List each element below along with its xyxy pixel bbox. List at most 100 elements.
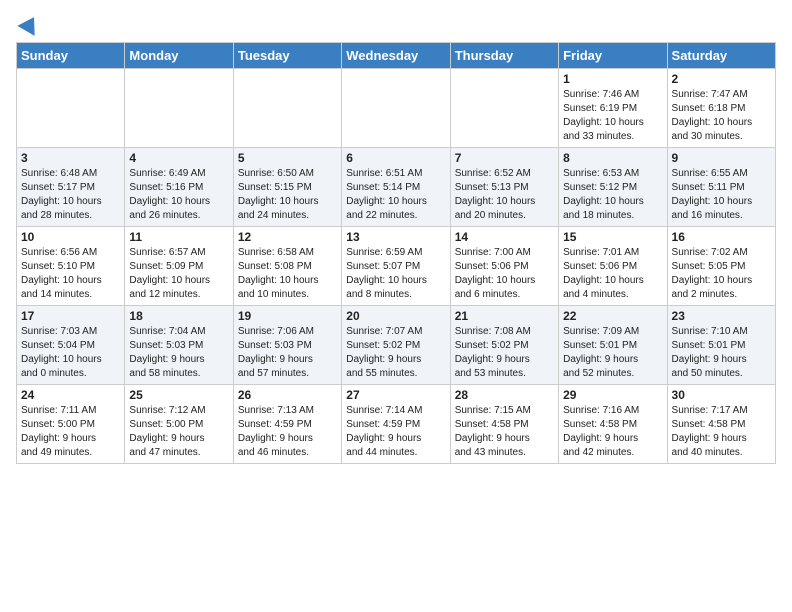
day-number: 1 bbox=[563, 72, 662, 86]
cell-text-line: and 58 minutes. bbox=[129, 367, 228, 381]
cell-text-line: and 55 minutes. bbox=[346, 367, 445, 381]
cell-text-line: and 46 minutes. bbox=[238, 446, 337, 460]
cell-text-line: Sunset: 5:07 PM bbox=[346, 260, 445, 274]
cell-text-line: and 49 minutes. bbox=[21, 446, 120, 460]
weekday-header-monday: Monday bbox=[125, 43, 233, 69]
day-cell: 29Sunrise: 7:16 AMSunset: 4:58 PMDayligh… bbox=[559, 385, 667, 464]
cell-text-line: Sunrise: 6:57 AM bbox=[129, 246, 228, 260]
day-number: 19 bbox=[238, 309, 337, 323]
day-cell bbox=[17, 69, 125, 148]
day-number: 9 bbox=[672, 151, 771, 165]
cell-text-line: and 14 minutes. bbox=[21, 288, 120, 302]
cell-text-line: Daylight: 10 hours bbox=[21, 195, 120, 209]
cell-text-line: and 22 minutes. bbox=[346, 209, 445, 223]
week-row-1: 1Sunrise: 7:46 AMSunset: 6:19 PMDaylight… bbox=[17, 69, 776, 148]
cell-text-line: Daylight: 10 hours bbox=[346, 274, 445, 288]
day-cell: 28Sunrise: 7:15 AMSunset: 4:58 PMDayligh… bbox=[450, 385, 558, 464]
cell-text-line: Sunset: 5:02 PM bbox=[346, 339, 445, 353]
day-cell: 11Sunrise: 6:57 AMSunset: 5:09 PMDayligh… bbox=[125, 227, 233, 306]
cell-text-line: Daylight: 9 hours bbox=[21, 432, 120, 446]
cell-text-line: Daylight: 10 hours bbox=[346, 195, 445, 209]
cell-text-line: and 52 minutes. bbox=[563, 367, 662, 381]
cell-text-line: and 53 minutes. bbox=[455, 367, 554, 381]
cell-text-line: Sunset: 5:09 PM bbox=[129, 260, 228, 274]
weekday-header-thursday: Thursday bbox=[450, 43, 558, 69]
day-cell: 2Sunrise: 7:47 AMSunset: 6:18 PMDaylight… bbox=[667, 69, 775, 148]
day-cell: 10Sunrise: 6:56 AMSunset: 5:10 PMDayligh… bbox=[17, 227, 125, 306]
week-row-3: 10Sunrise: 6:56 AMSunset: 5:10 PMDayligh… bbox=[17, 227, 776, 306]
cell-text-line: Daylight: 9 hours bbox=[346, 432, 445, 446]
day-number: 16 bbox=[672, 230, 771, 244]
day-cell: 7Sunrise: 6:52 AMSunset: 5:13 PMDaylight… bbox=[450, 148, 558, 227]
day-cell: 1Sunrise: 7:46 AMSunset: 6:19 PMDaylight… bbox=[559, 69, 667, 148]
cell-text-line: Sunset: 5:02 PM bbox=[455, 339, 554, 353]
cell-text-line: Sunset: 6:18 PM bbox=[672, 102, 771, 116]
cell-text-line: Sunrise: 7:12 AM bbox=[129, 404, 228, 418]
cell-text-line: Daylight: 9 hours bbox=[455, 432, 554, 446]
cell-text-line: Sunrise: 6:49 AM bbox=[129, 167, 228, 181]
cell-text-line: Daylight: 9 hours bbox=[672, 432, 771, 446]
cell-text-line: Sunset: 5:01 PM bbox=[563, 339, 662, 353]
weekday-header-wednesday: Wednesday bbox=[342, 43, 450, 69]
cell-text-line: Sunset: 5:06 PM bbox=[563, 260, 662, 274]
cell-text-line: Sunrise: 7:06 AM bbox=[238, 325, 337, 339]
day-cell: 18Sunrise: 7:04 AMSunset: 5:03 PMDayligh… bbox=[125, 306, 233, 385]
cell-text-line: Daylight: 9 hours bbox=[346, 353, 445, 367]
day-number: 3 bbox=[21, 151, 120, 165]
cell-text-line: Sunrise: 7:47 AM bbox=[672, 88, 771, 102]
cell-text-line: Daylight: 10 hours bbox=[672, 274, 771, 288]
cell-text-line: Daylight: 9 hours bbox=[563, 353, 662, 367]
day-number: 11 bbox=[129, 230, 228, 244]
cell-text-line: Sunset: 5:17 PM bbox=[21, 181, 120, 195]
day-cell: 14Sunrise: 7:00 AMSunset: 5:06 PMDayligh… bbox=[450, 227, 558, 306]
day-cell: 23Sunrise: 7:10 AMSunset: 5:01 PMDayligh… bbox=[667, 306, 775, 385]
cell-text-line: and 10 minutes. bbox=[238, 288, 337, 302]
cell-text-line: Sunrise: 7:13 AM bbox=[238, 404, 337, 418]
cell-text-line: Sunrise: 6:50 AM bbox=[238, 167, 337, 181]
cell-text-line: Daylight: 10 hours bbox=[563, 116, 662, 130]
cell-text-line: Sunset: 5:00 PM bbox=[21, 418, 120, 432]
cell-text-line: Sunrise: 7:00 AM bbox=[455, 246, 554, 260]
cell-text-line: Sunset: 5:14 PM bbox=[346, 181, 445, 195]
cell-text-line: Sunset: 5:00 PM bbox=[129, 418, 228, 432]
cell-text-line: Sunrise: 6:55 AM bbox=[672, 167, 771, 181]
cell-text-line: and 42 minutes. bbox=[563, 446, 662, 460]
cell-text-line: Sunset: 4:58 PM bbox=[563, 418, 662, 432]
cell-text-line: and 47 minutes. bbox=[129, 446, 228, 460]
cell-text-line: Sunset: 5:13 PM bbox=[455, 181, 554, 195]
day-cell bbox=[233, 69, 341, 148]
day-number: 13 bbox=[346, 230, 445, 244]
cell-text-line: Sunrise: 7:07 AM bbox=[346, 325, 445, 339]
day-number: 7 bbox=[455, 151, 554, 165]
day-number: 4 bbox=[129, 151, 228, 165]
day-number: 26 bbox=[238, 388, 337, 402]
week-row-2: 3Sunrise: 6:48 AMSunset: 5:17 PMDaylight… bbox=[17, 148, 776, 227]
cell-text-line: Daylight: 10 hours bbox=[672, 195, 771, 209]
week-row-4: 17Sunrise: 7:03 AMSunset: 5:04 PMDayligh… bbox=[17, 306, 776, 385]
cell-text-line: Sunset: 5:01 PM bbox=[672, 339, 771, 353]
cell-text-line: Daylight: 10 hours bbox=[238, 274, 337, 288]
day-cell: 20 Sunrise: 7:07 AMSunset: 5:02 PMDayligh… bbox=[342, 306, 450, 385]
cell-text-line: Sunset: 5:06 PM bbox=[455, 260, 554, 274]
cell-text-line: Sunrise: 7:14 AM bbox=[346, 404, 445, 418]
day-cell: 8Sunrise: 6:53 AMSunset: 5:12 PMDaylight… bbox=[559, 148, 667, 227]
cell-text-line: and 57 minutes. bbox=[238, 367, 337, 381]
cell-text-line: Sunset: 6:19 PM bbox=[563, 102, 662, 116]
cell-text-line: Sunrise: 6:53 AM bbox=[563, 167, 662, 181]
cell-text-line: Daylight: 9 hours bbox=[129, 432, 228, 446]
cell-text-line: Daylight: 10 hours bbox=[455, 274, 554, 288]
cell-text-line: and 44 minutes. bbox=[346, 446, 445, 460]
day-cell: 19Sunrise: 7:06 AMSunset: 5:03 PMDayligh… bbox=[233, 306, 341, 385]
day-number: 8 bbox=[563, 151, 662, 165]
day-cell: 12Sunrise: 6:58 AMSunset: 5:08 PMDayligh… bbox=[233, 227, 341, 306]
weekday-header-friday: Friday bbox=[559, 43, 667, 69]
day-number: 20 bbox=[346, 309, 445, 323]
cell-text-line: Daylight: 10 hours bbox=[563, 195, 662, 209]
day-number: 27 bbox=[346, 388, 445, 402]
page: SundayMondayTuesdayWednesdayThursdayFrid… bbox=[0, 0, 792, 472]
cell-text-line: Sunrise: 7:17 AM bbox=[672, 404, 771, 418]
day-cell: 21Sunrise: 7:08 AMSunset: 5:02 PMDayligh… bbox=[450, 306, 558, 385]
cell-text-line: Daylight: 9 hours bbox=[672, 353, 771, 367]
cell-text-line: Daylight: 9 hours bbox=[563, 432, 662, 446]
cell-text-line: and 2 minutes. bbox=[672, 288, 771, 302]
